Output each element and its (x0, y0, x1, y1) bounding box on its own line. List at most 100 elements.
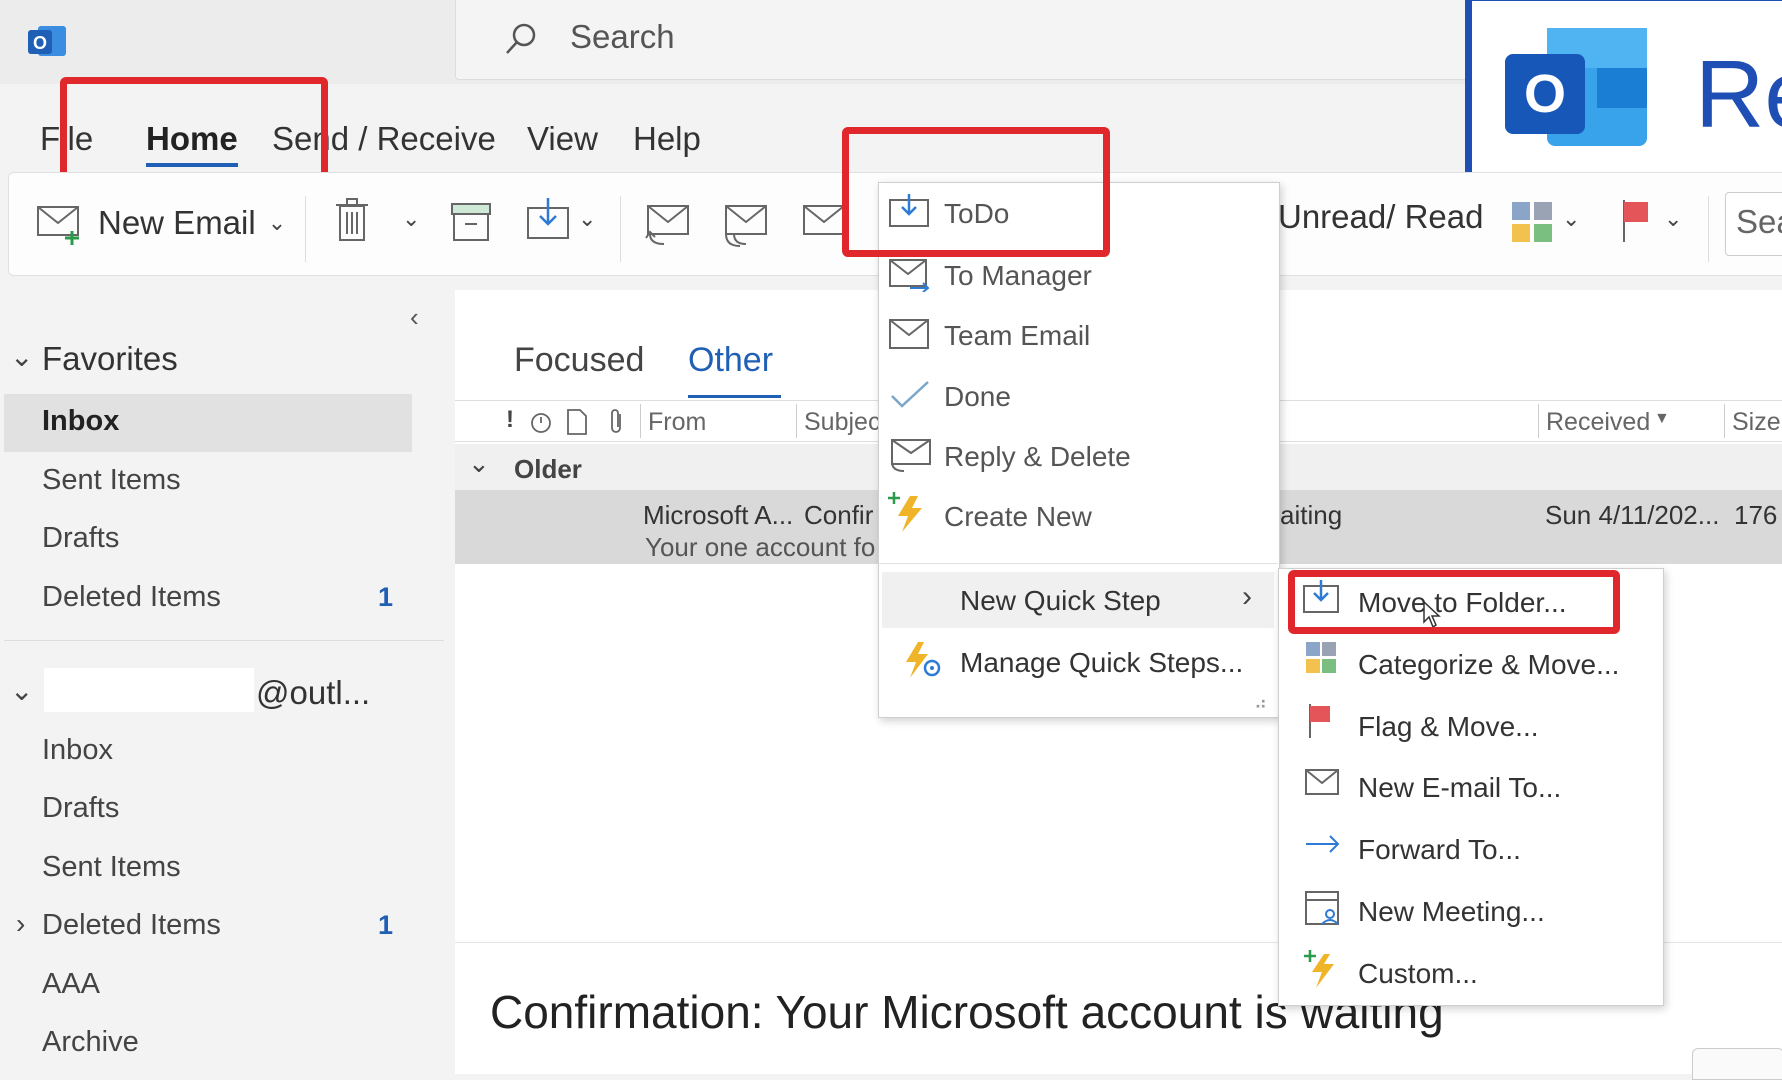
forward-icon[interactable] (800, 204, 848, 248)
column-subject[interactable]: Subjec (804, 408, 880, 437)
brand-text: Re (1695, 41, 1782, 148)
chevron-down-icon[interactable]: ⌄ (268, 210, 286, 236)
new-email-to-icon (1305, 769, 1339, 795)
chevron-right-icon[interactable]: › (16, 908, 25, 940)
tab-focused[interactable]: Focused (514, 341, 644, 380)
mail-subject-end: aiting (1280, 500, 1343, 530)
account-header[interactable]: @outl... (256, 674, 370, 712)
collapse-pane-icon[interactable]: ‹ (410, 302, 419, 333)
flag-move-icon (1309, 704, 1330, 738)
new-meeting-icon (1305, 891, 1339, 925)
reading-pane-action-button[interactable] (1692, 1048, 1782, 1080)
delete-dropdown-chevron-icon[interactable]: ⌄ (402, 206, 420, 232)
submenu-custom[interactable]: Custom... (1358, 958, 1478, 990)
column-size[interactable]: Size (1732, 408, 1781, 437)
chevron-down-icon[interactable]: ⌄ (468, 448, 490, 479)
quickstep-reply-delete[interactable]: Reply & Delete (944, 441, 1131, 473)
sort-descending-icon[interactable]: ▼ (1654, 410, 1670, 428)
forward-mail-icon (889, 259, 930, 292)
mail-received: Sun 4/11/202... (1545, 500, 1720, 530)
submenu-flag-move[interactable]: Flag & Move... (1358, 711, 1539, 743)
highlight-box-todo (842, 127, 1110, 257)
unread-count-badge: 1 (378, 582, 394, 612)
sidebar-divider (4, 640, 444, 641)
ribbon-divider (305, 196, 306, 262)
reply-all-icon[interactable] (722, 204, 770, 248)
delete-icon[interactable] (336, 198, 368, 242)
folder-account-deleted-items[interactable]: Deleted Items (42, 909, 221, 942)
mail-subject-start: Confir (804, 500, 874, 530)
folder-account-drafts[interactable]: Drafts (42, 792, 119, 825)
mail-size: 176 (1734, 500, 1778, 530)
svg-text:O: O (33, 33, 47, 53)
new-email-label: New Email (98, 204, 256, 241)
move-icon[interactable] (526, 198, 572, 242)
folder-favorites-sent-items[interactable]: Sent Items (42, 464, 181, 497)
mail-from: Microsoft A... (643, 500, 794, 530)
column-received[interactable]: Received (1546, 408, 1650, 437)
search-placeholder: Search (570, 18, 675, 55)
resize-grip-icon[interactable]: ⠴ (1254, 693, 1267, 714)
outlook-app-icon: O (28, 26, 66, 56)
search-people-label: Sea (1736, 203, 1782, 240)
manage-quick-steps-icon (906, 642, 941, 678)
tab-view[interactable]: View (527, 120, 598, 158)
reply-icon[interactable] (644, 204, 692, 248)
menu-separator (878, 563, 1278, 564)
categorize-icon[interactable] (1510, 200, 1554, 244)
new-email-button[interactable]: New Email ⌄ (36, 198, 286, 248)
quickstep-team-email[interactable]: Team Email (944, 320, 1090, 352)
tab-other[interactable]: Other (688, 341, 773, 380)
ribbon-divider (1708, 196, 1709, 262)
submenu-forward-to[interactable]: Forward To... (1358, 834, 1521, 866)
folder-favorites-drafts[interactable]: Drafts (42, 522, 119, 555)
reminder-column-icon[interactable] (528, 408, 554, 436)
column-divider (1538, 404, 1539, 438)
manage-quick-steps-item[interactable]: Manage Quick Steps... (960, 647, 1243, 679)
quickstep-done[interactable]: Done (944, 381, 1011, 413)
item-type-column-icon[interactable] (566, 408, 588, 436)
favorites-header[interactable]: Favorites (42, 340, 178, 378)
column-from[interactable]: From (648, 408, 706, 437)
quickstep-create-new[interactable]: Create New (944, 501, 1092, 533)
attachment-column-icon[interactable] (608, 408, 626, 436)
column-divider (796, 404, 797, 438)
submenu-categorize-move[interactable]: Categorize & Move... (1358, 649, 1619, 681)
ribbon-divider (620, 196, 621, 262)
unread-count-badge: 1 (378, 910, 394, 940)
highlight-box-move-to-folder (1288, 570, 1620, 634)
categorize-chevron-icon[interactable]: ⌄ (1562, 206, 1580, 232)
new-email-icon (37, 206, 79, 245)
column-divider (640, 404, 641, 438)
submenu-new-meeting[interactable]: New Meeting... (1358, 896, 1545, 928)
tab-help[interactable]: Help (633, 120, 701, 158)
folder-favorites-inbox[interactable]: Inbox (42, 405, 119, 438)
active-tab-indicator (688, 395, 781, 398)
new-quick-step-item[interactable]: New Quick Step (960, 585, 1161, 617)
svg-text:O: O (1524, 64, 1566, 124)
folder-account-sent-items[interactable]: Sent Items (42, 851, 181, 884)
categorize-move-icon (1306, 642, 1336, 673)
chevron-right-icon: › (1242, 580, 1252, 613)
custom-lightning-icon (1304, 950, 1334, 988)
unread-read-button[interactable]: Unread/ Read (1278, 198, 1483, 236)
archive-icon[interactable] (450, 202, 492, 242)
importance-column-icon[interactable]: ! (506, 406, 514, 434)
folder-account-aaa[interactable]: AAA (42, 968, 100, 1001)
outlook-logo-icon: O (1505, 28, 1647, 146)
chevron-down-icon[interactable]: ⌄ (10, 340, 33, 373)
mail-preview: Your one account fo (645, 532, 876, 562)
flag-chevron-icon[interactable]: ⌄ (1664, 206, 1682, 232)
column-divider (1724, 404, 1725, 438)
lightning-icon (888, 492, 922, 532)
mail-icon (889, 319, 929, 349)
folder-account-archive[interactable]: Archive (42, 1026, 139, 1059)
submenu-new-email-to[interactable]: New E-mail To... (1358, 772, 1561, 804)
move-dropdown-chevron-icon[interactable]: ⌄ (578, 206, 596, 232)
chevron-down-icon[interactable]: ⌄ (10, 674, 33, 707)
folder-account-inbox[interactable]: Inbox (42, 734, 113, 767)
quickstep-to-manager[interactable]: To Manager (944, 260, 1092, 292)
folder-favorites-deleted-items[interactable]: Deleted Items (42, 581, 221, 614)
flag-icon[interactable] (1620, 198, 1652, 244)
checkmark-icon (891, 381, 929, 408)
